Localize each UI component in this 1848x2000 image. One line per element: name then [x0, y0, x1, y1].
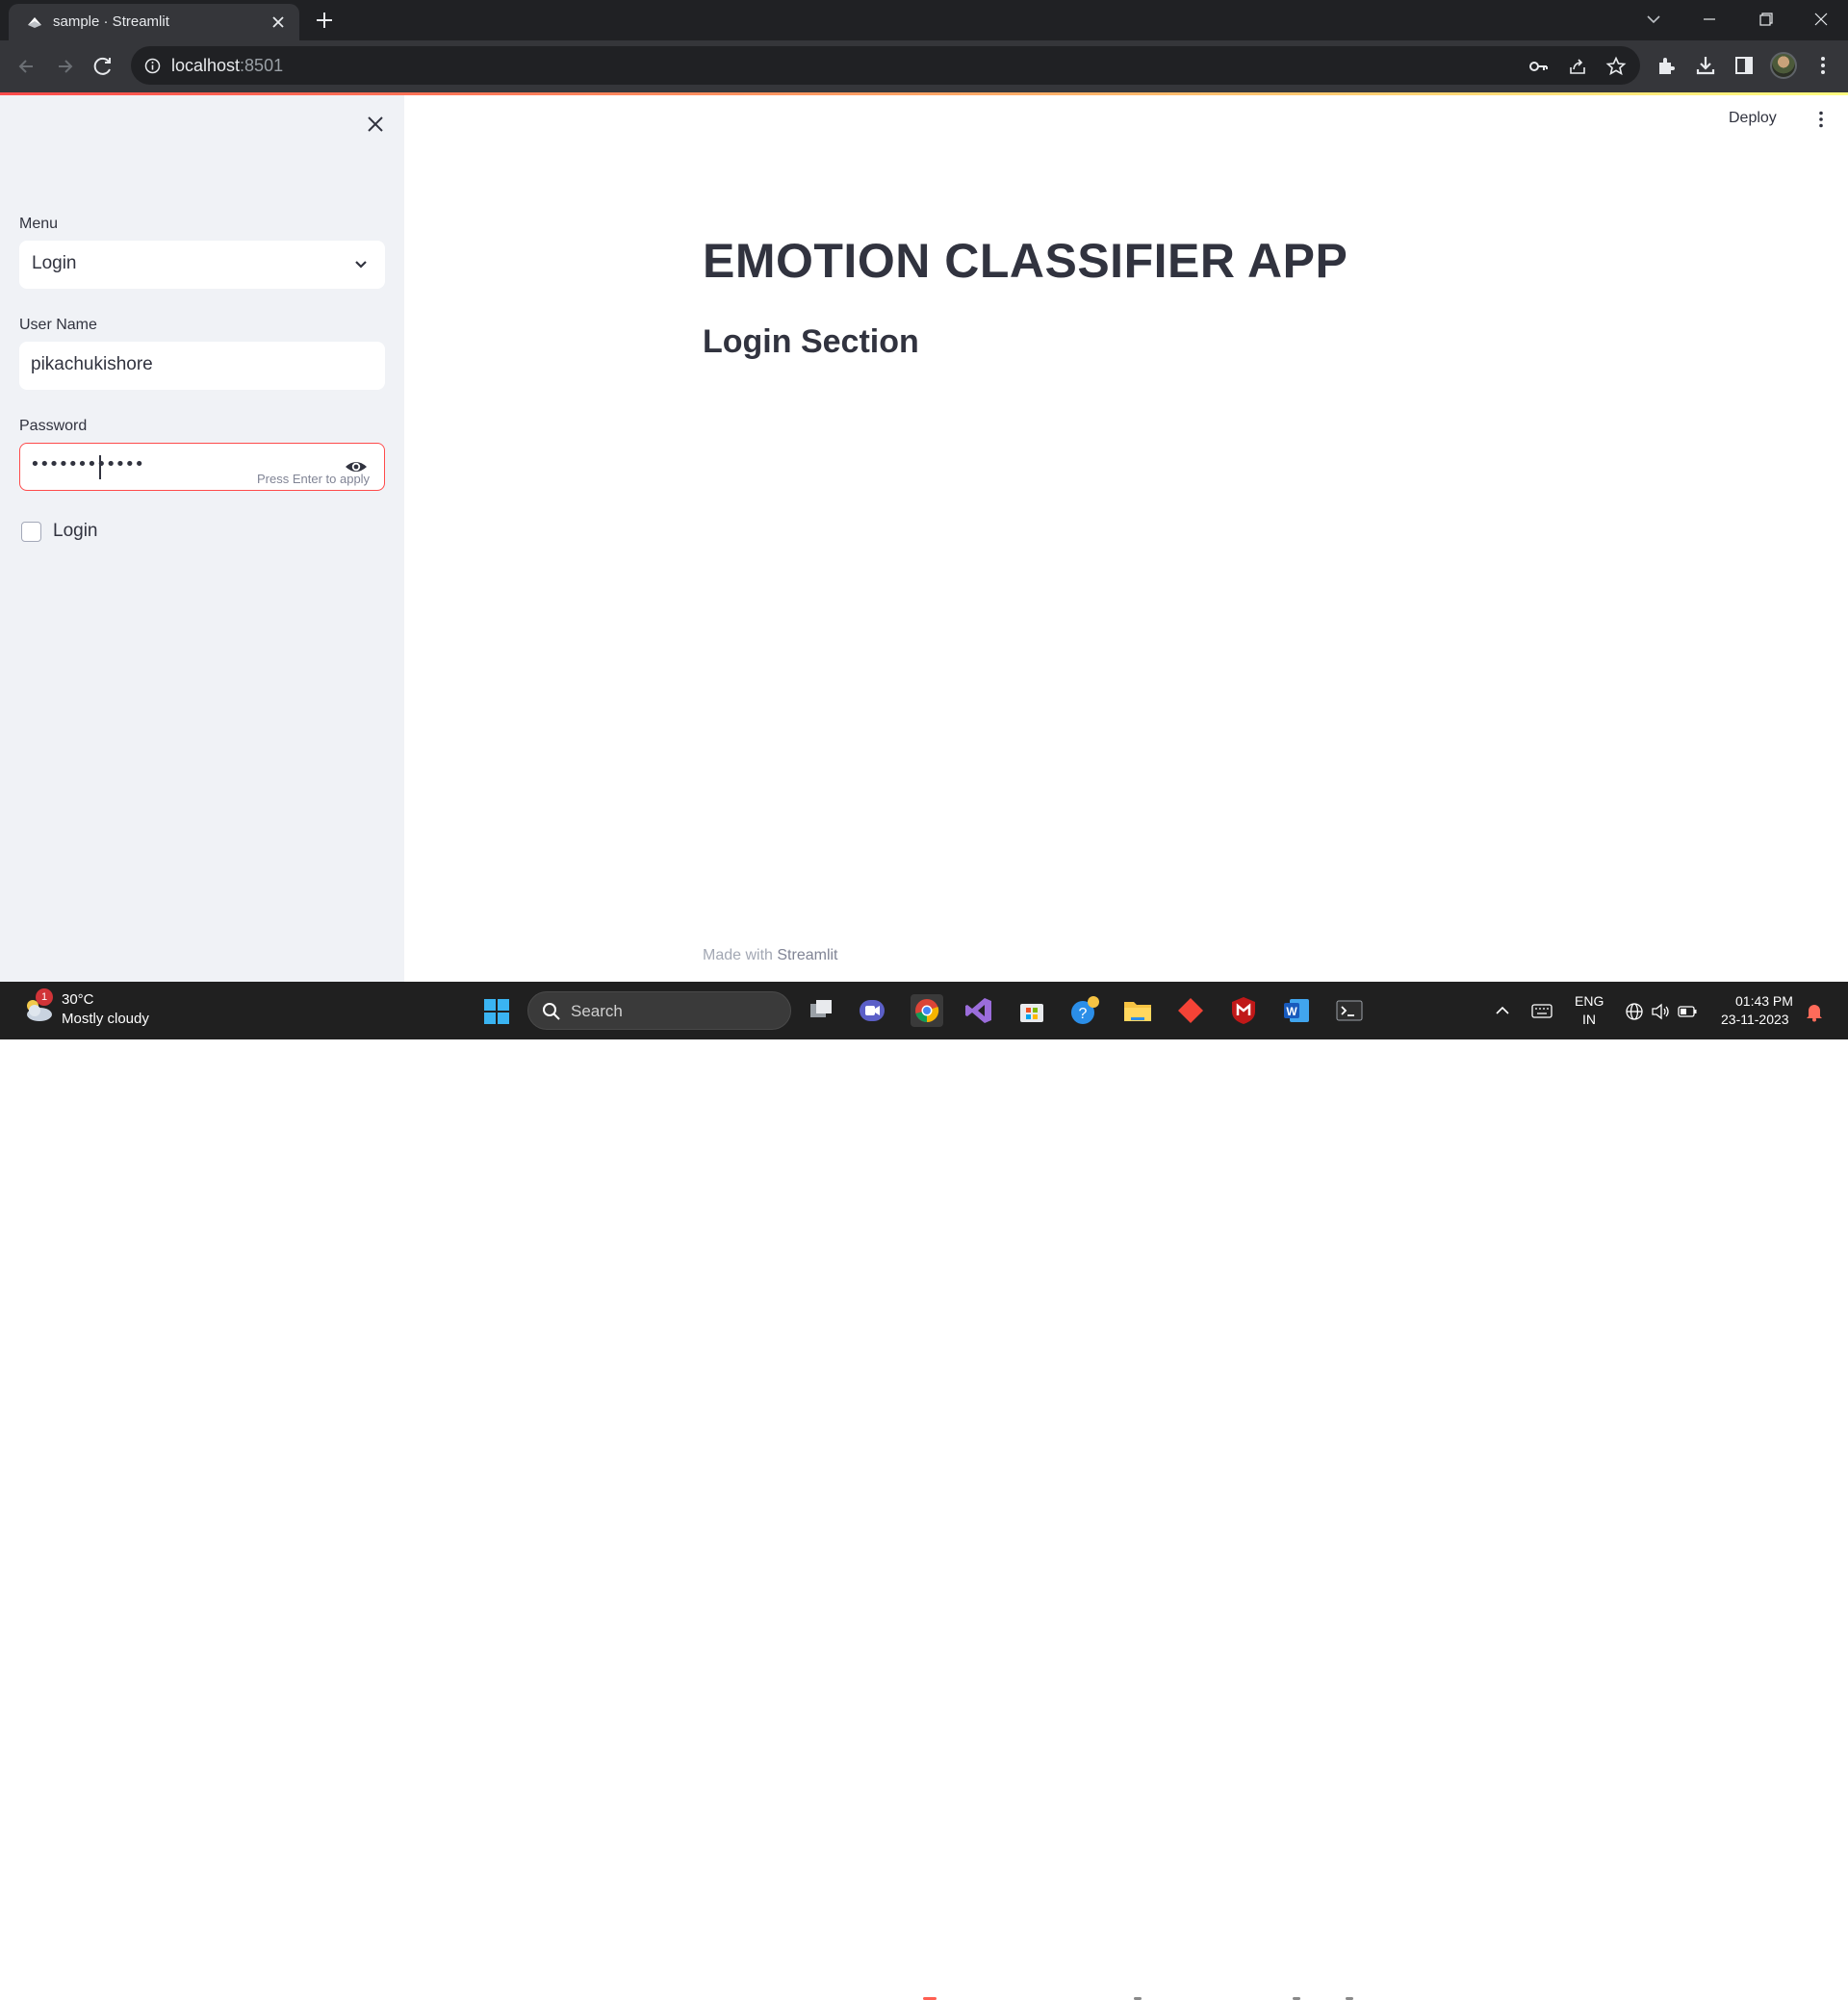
- weather-badge: 1: [36, 988, 53, 1006]
- reload-icon[interactable]: [90, 53, 116, 80]
- task-view-icon[interactable]: [805, 994, 837, 1027]
- svg-text:?: ?: [1079, 1006, 1088, 1022]
- streamlit-app: Menu Login User Name pikachukishore Pass…: [0, 92, 1848, 982]
- login-checkbox[interactable]: [21, 522, 41, 542]
- app-red-diamond-icon[interactable]: [1174, 994, 1207, 1027]
- volume-icon[interactable]: [1650, 1001, 1671, 1022]
- deploy-button[interactable]: Deploy: [1729, 110, 1777, 127]
- new-tab-icon[interactable]: [314, 10, 335, 31]
- network-globe-icon[interactable]: [1624, 1001, 1645, 1022]
- chrome-icon[interactable]: [911, 994, 943, 1027]
- tab-search-icon[interactable]: [1640, 8, 1667, 31]
- main-menu-icon[interactable]: [1811, 110, 1831, 129]
- weather-description[interactable]: Mostly cloudy: [62, 1011, 149, 1027]
- footer-prefix: Made with: [703, 947, 778, 963]
- taskbar-search[interactable]: Search: [527, 991, 791, 1030]
- word-icon[interactable]: W: [1280, 994, 1313, 1027]
- url-host: localhost: [171, 56, 241, 75]
- windows-start-icon[interactable]: [483, 998, 510, 1025]
- press-enter-hint: Press Enter to apply: [257, 472, 371, 486]
- mcafee-icon[interactable]: [1227, 994, 1260, 1027]
- extensions-icon[interactable]: [1655, 54, 1678, 77]
- search-icon: [543, 1003, 560, 1020]
- weather-temperature[interactable]: 30°C: [62, 991, 94, 1008]
- taskbar: 1 30°C Mostly cloudy Search ? W ENG IN 0…: [0, 982, 1848, 2000]
- microsoft-store-icon[interactable]: [1015, 994, 1048, 1027]
- battery-icon[interactable]: [1677, 1001, 1698, 1022]
- menu-label: Menu: [19, 216, 59, 232]
- browser-menu-icon[interactable]: [1811, 54, 1835, 77]
- username-label: User Name: [19, 317, 97, 333]
- show-hidden-icons-chevron-icon[interactable]: [1493, 1001, 1512, 1020]
- login-checkbox-label[interactable]: Login: [53, 521, 98, 542]
- forward-icon[interactable]: [51, 53, 78, 80]
- page-title: EMOTION CLASSIFIER APP: [703, 234, 1348, 288]
- sidebar: Menu Login User Name pikachukishore Pass…: [0, 95, 404, 982]
- get-help-icon[interactable]: ?: [1068, 994, 1101, 1027]
- close-sidebar-icon[interactable]: [366, 115, 385, 134]
- teams-chat-icon[interactable]: [856, 994, 888, 1027]
- notification-bell-icon[interactable]: [1804, 1001, 1825, 1022]
- tab-title: sample · Streamlit: [53, 13, 169, 30]
- downloads-icon[interactable]: [1694, 54, 1717, 77]
- streamlit-link[interactable]: Streamlit: [777, 947, 837, 963]
- language-indicator-top[interactable]: ENG: [1575, 993, 1604, 1009]
- address-bar[interactable]: localhost:8501: [131, 46, 1640, 85]
- share-icon[interactable]: [1567, 56, 1588, 77]
- language-indicator-bottom[interactable]: IN: [1582, 1012, 1596, 1027]
- clock-date[interactable]: 23-11-2023: [1721, 1012, 1789, 1027]
- password-label: Password: [19, 418, 88, 434]
- url-text: localhost:8501: [171, 56, 283, 76]
- window-close-icon[interactable]: [1808, 8, 1835, 31]
- back-icon[interactable]: [13, 53, 40, 80]
- username-value: pikachukishore: [31, 354, 153, 374]
- password-key-icon[interactable]: [1528, 56, 1550, 77]
- minimize-icon[interactable]: [1696, 8, 1723, 31]
- password-input[interactable]: •••••••••••• Press Enter to apply: [19, 443, 385, 491]
- streamlit-favicon-icon: [28, 17, 41, 28]
- restore-icon[interactable]: [1752, 8, 1779, 31]
- browser-tabstrip: sample · Streamlit: [0, 0, 1848, 40]
- file-explorer-icon[interactable]: [1121, 994, 1154, 1027]
- menu-select[interactable]: Login: [19, 241, 385, 289]
- terminal-icon[interactable]: [1333, 994, 1366, 1027]
- chevron-down-icon: [355, 261, 367, 269]
- tab-close-icon[interactable]: [270, 14, 286, 30]
- svg-text:W: W: [1286, 1005, 1297, 1018]
- clock-time[interactable]: 01:43 PM: [1735, 993, 1793, 1009]
- keyboard-icon[interactable]: [1530, 1001, 1553, 1020]
- visual-studio-icon[interactable]: [962, 994, 995, 1027]
- browser-tab[interactable]: sample · Streamlit: [9, 4, 299, 40]
- side-panel-icon[interactable]: [1732, 54, 1756, 77]
- username-input[interactable]: pikachukishore: [19, 342, 385, 390]
- password-value: ••••••••••••: [30, 454, 144, 474]
- menu-selected-value: Login: [32, 253, 77, 273]
- url-port: :8501: [240, 56, 284, 75]
- bookmark-star-icon[interactable]: [1605, 56, 1627, 77]
- profile-avatar[interactable]: [1770, 52, 1797, 79]
- section-title: Login Section: [703, 323, 919, 360]
- site-info-icon[interactable]: [144, 58, 161, 74]
- footer: Made with Streamlit: [703, 947, 838, 964]
- browser-toolbar: localhost:8501: [0, 40, 1848, 92]
- text-caret: [99, 455, 101, 479]
- search-label: Search: [571, 1002, 623, 1020]
